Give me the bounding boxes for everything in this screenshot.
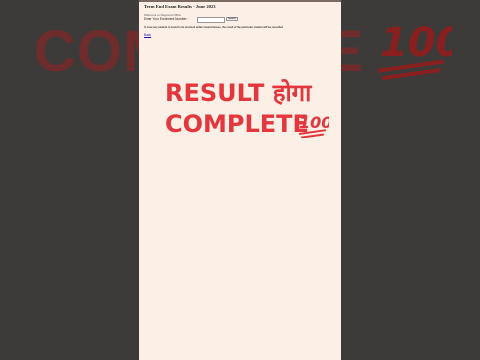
- enrollment-input[interactable]: [197, 16, 225, 23]
- hundred-points-icon: 100: [297, 110, 332, 143]
- svg-text:100: 100: [380, 20, 452, 66]
- results-page: Term End Exam Results - June 2023 Welcom…: [139, 0, 341, 360]
- top-border: [139, 0, 341, 2]
- search-button[interactable]: Search: [226, 16, 238, 21]
- headline-line-1: RESULT होगा: [165, 79, 312, 107]
- back-link[interactable]: Back: [144, 33, 151, 37]
- hundred-points-icon: 100: [372, 12, 464, 87]
- page-title: Term End Exam Results - June 2023: [144, 4, 216, 9]
- notice-text: In case any student is found to be invol…: [144, 26, 284, 29]
- svg-text:100: 100: [299, 113, 329, 132]
- enrollment-label: Enter Your Enrolment Number :: [144, 17, 189, 21]
